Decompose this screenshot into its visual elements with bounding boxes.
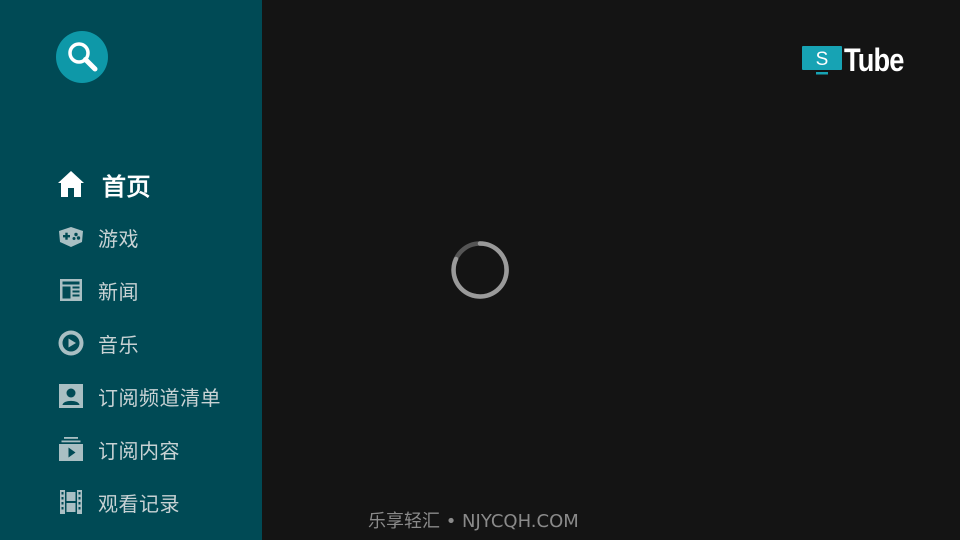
sidebar-item-subscriptions[interactable]: 订阅内容: [56, 429, 256, 469]
tv-logo-icon: S: [802, 45, 842, 75]
sidebar: 首页 游戏 新闻 音乐 订阅频道清单 订阅内容 观看记录: [0, 0, 262, 540]
gamepad-icon: [56, 222, 86, 252]
app-logo: S Tube: [802, 42, 914, 78]
subscriptions-icon: [56, 434, 86, 464]
sidebar-item-label: 游戏: [98, 226, 139, 251]
sidebar-item-label: 订阅内容: [98, 438, 180, 463]
sidebar-item-games[interactable]: 游戏: [56, 217, 256, 257]
sidebar-item-label: 音乐: [98, 332, 139, 357]
search-icon: [68, 42, 98, 72]
film-strip-icon: [56, 487, 86, 517]
search-button[interactable]: [56, 31, 108, 83]
watermark-text: 乐享轻汇 • NJYCQH.COM: [368, 511, 579, 532]
music-disc-icon: [56, 328, 86, 358]
sidebar-item-news[interactable]: 新闻: [56, 270, 256, 310]
sidebar-item-label: 订阅频道清单: [98, 385, 221, 410]
sidebar-item-music[interactable]: 音乐: [56, 323, 256, 363]
newspaper-icon: [56, 275, 86, 305]
sidebar-item-label: 首页: [102, 172, 151, 201]
logo-letter: S: [816, 49, 829, 70]
sidebar-item-home[interactable]: 首页: [56, 164, 256, 204]
sidebar-item-subscribed-channels[interactable]: 订阅频道清单: [56, 376, 256, 416]
app-root: 首页 游戏 新闻 音乐 订阅频道清单 订阅内容 观看记录 S Tube 乐享轻汇…: [0, 0, 960, 540]
sidebar-item-history[interactable]: 观看记录: [56, 482, 256, 522]
main-content: S Tube 乐享轻汇 • NJYCQH.COM: [262, 0, 960, 540]
logo-text: Tube: [844, 41, 904, 78]
sidebar-item-label: 新闻: [98, 279, 139, 304]
home-icon: [56, 169, 86, 199]
account-box-icon: [56, 381, 86, 411]
loading-spinner: [450, 240, 510, 300]
sidebar-item-label: 观看记录: [98, 491, 180, 516]
